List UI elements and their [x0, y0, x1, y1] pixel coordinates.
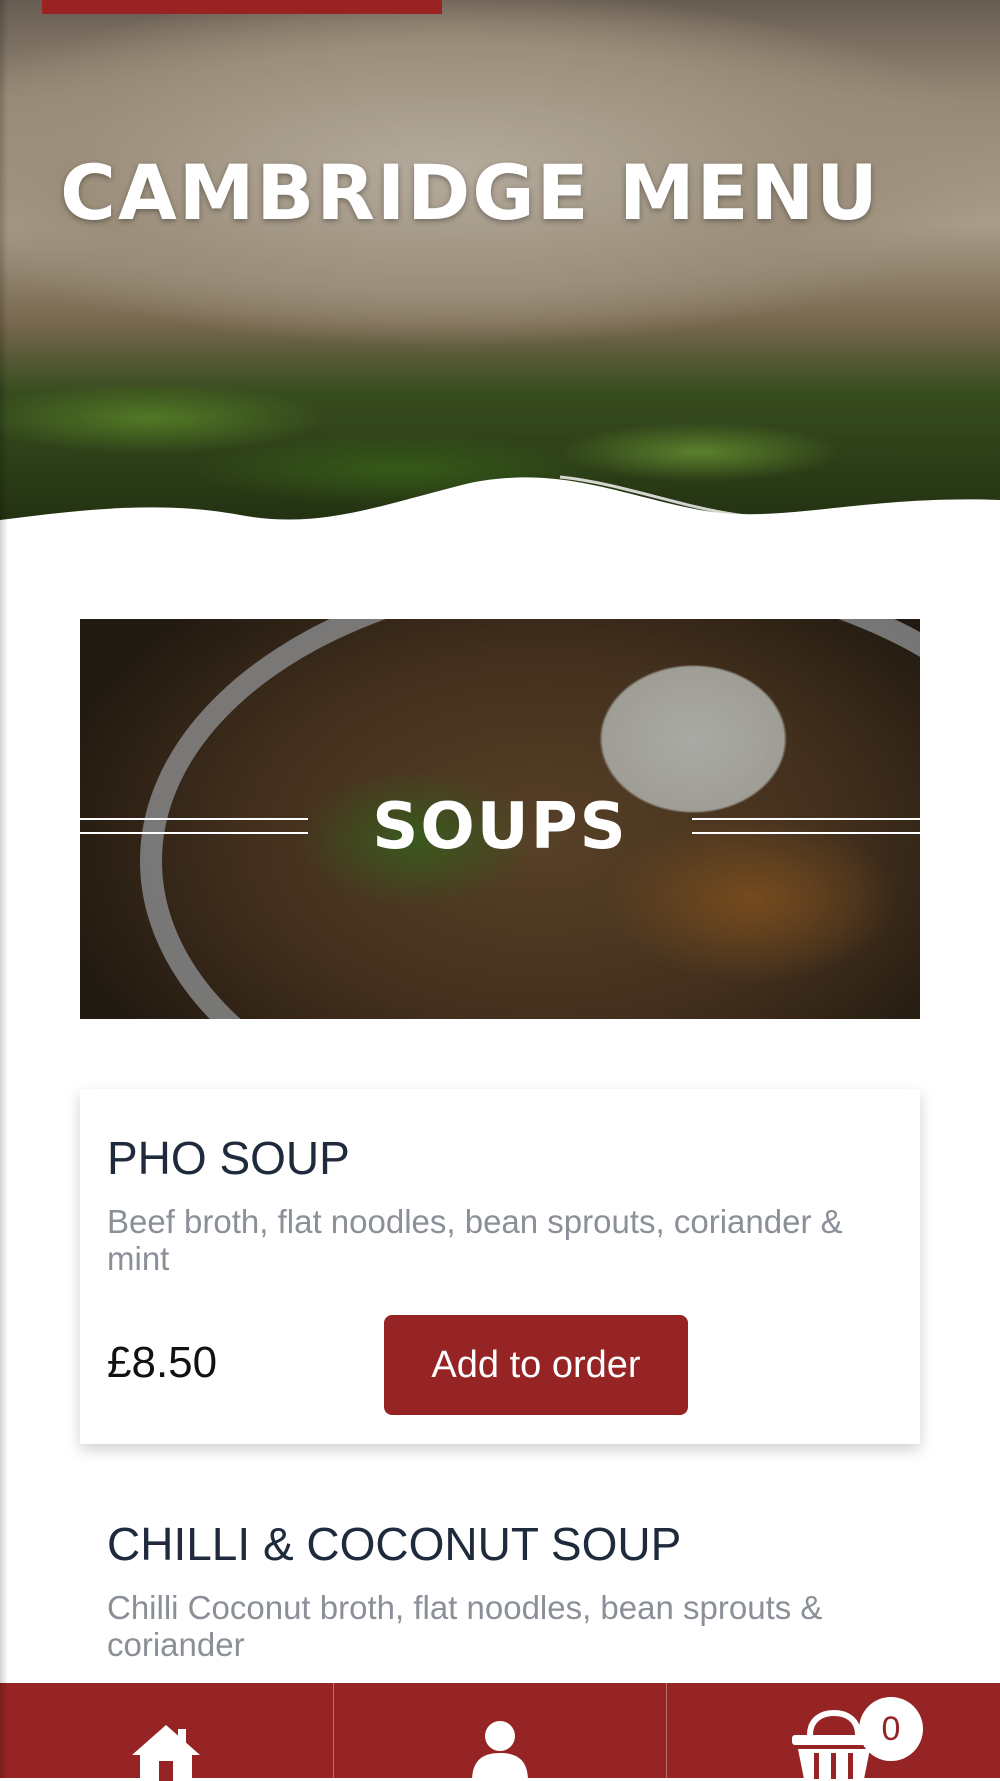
cart-count-badge[interactable]: 0: [859, 1697, 923, 1761]
menu-item-price: £8.50: [107, 1338, 218, 1387]
menu-item-description: Beef broth, flat noodles, bean sprouts, …: [107, 1203, 843, 1277]
nav-item-account[interactable]: [334, 1683, 668, 1781]
nav-item-basket[interactable]: [667, 1683, 1000, 1779]
section-title: SOUPS: [372, 790, 628, 864]
hero-accent-bar: [42, 0, 442, 14]
menu-item-name: CHILLI & COCONUT SOUP: [107, 1518, 682, 1570]
home-icon: [132, 1725, 201, 1781]
bottom-nav: [0, 1683, 1000, 1781]
user-icon: [472, 1721, 528, 1781]
hero-wave-divider: [0, 475, 1000, 565]
page-title: CAMBRIDGE MENU: [60, 148, 880, 237]
edge-shadow: [0, 0, 8, 1778]
add-to-order-button[interactable]: Add to order: [384, 1315, 688, 1415]
menu-item-name: PHO SOUP: [107, 1132, 350, 1184]
menu-item-description: Chilli Coconut broth, flat noodles, bean…: [107, 1589, 823, 1663]
nav-item-home[interactable]: [0, 1683, 334, 1781]
